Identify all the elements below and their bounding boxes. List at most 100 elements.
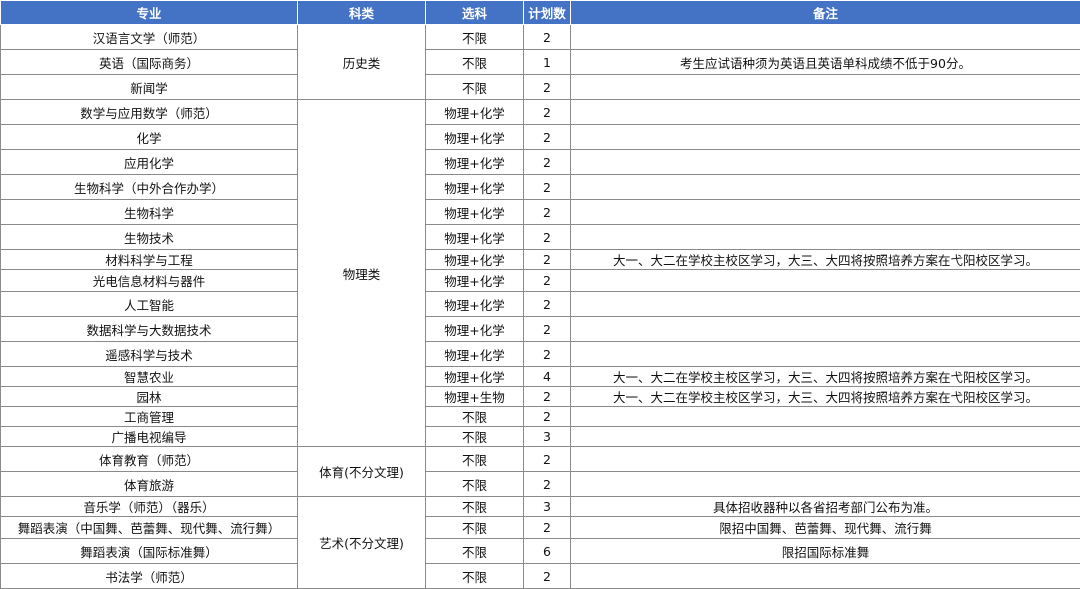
- note-cell: 大一、大二在学校主校区学习，大三、大四将按照培养方案在弋阳校区学习。: [571, 250, 1080, 270]
- major-cell: 生物技术: [1, 225, 298, 250]
- note-cell: 大一、大二在学校主校区学习，大三、大四将按照培养方案在弋阳校区学习。: [571, 367, 1080, 387]
- note-cell: [571, 125, 1080, 150]
- major-cell: 英语（国际商务）: [1, 50, 298, 75]
- note-cell: [571, 200, 1080, 225]
- major-cell: 体育教育（师范）: [1, 447, 298, 472]
- note-cell: [571, 150, 1080, 175]
- major-cell: 生物科学: [1, 200, 298, 225]
- table-row: 材料科学与工程 物理+化学 2 大一、大二在学校主校区学习，大三、大四将按照培养…: [1, 250, 1080, 270]
- count-cell: 4: [524, 367, 571, 387]
- count-cell: 3: [524, 497, 571, 517]
- subject-cell: 不限: [426, 75, 524, 100]
- table-row: 数学与应用数学（师范） 物理类 物理+化学 2: [1, 100, 1080, 125]
- header-row: 专业 科类 选科 计划数 备注: [1, 1, 1080, 25]
- subject-cell: 物理+化学: [426, 292, 524, 317]
- note-cell: 大一、大二在学校主校区学习，大三、大四将按照培养方案在弋阳校区学习。: [571, 387, 1080, 407]
- subject-cell: 物理+生物: [426, 387, 524, 407]
- note-cell: [571, 317, 1080, 342]
- note-cell: [571, 25, 1080, 50]
- header-count: 计划数: [524, 1, 571, 25]
- major-cell: 书法学（师范）: [1, 564, 298, 589]
- note-cell: [571, 407, 1080, 427]
- note-cell: 具体招收器种以各省招考部门公布为准。: [571, 497, 1080, 517]
- subject-cell: 物理+化学: [426, 125, 524, 150]
- table-row: 生物技术 物理+化学 2: [1, 225, 1080, 250]
- count-cell: 2: [524, 250, 571, 270]
- note-cell: [571, 100, 1080, 125]
- subject-cell: 物理+化学: [426, 342, 524, 367]
- header-subject: 选科: [426, 1, 524, 25]
- note-cell: 限招中国舞、芭蕾舞、现代舞、流行舞: [571, 517, 1080, 539]
- table-row: 生物科学（中外合作办学） 物理+化学 2: [1, 175, 1080, 200]
- table-row: 体育旅游 不限 2: [1, 472, 1080, 497]
- subject-cell: 不限: [426, 447, 524, 472]
- table-row: 舞蹈表演（国际标准舞） 不限 6 限招国际标准舞: [1, 539, 1080, 564]
- count-cell: 2: [524, 100, 571, 125]
- major-cell: 园林: [1, 387, 298, 407]
- count-cell: 3: [524, 427, 571, 447]
- subject-cell: 不限: [426, 407, 524, 427]
- major-cell: 智慧农业: [1, 367, 298, 387]
- category-cell: 历史类: [298, 25, 426, 100]
- subject-cell: 物理+化学: [426, 317, 524, 342]
- note-cell: [571, 427, 1080, 447]
- count-cell: 2: [524, 387, 571, 407]
- count-cell: 2: [524, 225, 571, 250]
- category-cell: 物理类: [298, 100, 426, 447]
- subject-cell: 不限: [426, 497, 524, 517]
- table-row: 应用化学 物理+化学 2: [1, 150, 1080, 175]
- table-row: 化学 物理+化学 2: [1, 125, 1080, 150]
- note-cell: [571, 564, 1080, 589]
- major-cell: 数据科学与大数据技术: [1, 317, 298, 342]
- count-cell: 2: [524, 447, 571, 472]
- subject-cell: 物理+化学: [426, 225, 524, 250]
- major-cell: 应用化学: [1, 150, 298, 175]
- note-cell: 限招国际标准舞: [571, 539, 1080, 564]
- subject-cell: 不限: [426, 25, 524, 50]
- note-cell: [571, 175, 1080, 200]
- subject-cell: 不限: [426, 539, 524, 564]
- major-cell: 工商管理: [1, 407, 298, 427]
- table-row: 书法学（师范） 不限 2: [1, 564, 1080, 589]
- subject-cell: 物理+化学: [426, 150, 524, 175]
- table-row: 园林 物理+生物 2 大一、大二在学校主校区学习，大三、大四将按照培养方案在弋阳…: [1, 387, 1080, 407]
- major-cell: 遥感科学与技术: [1, 342, 298, 367]
- table-row: 工商管理 不限 2: [1, 407, 1080, 427]
- table-row: 广播电视编导 不限 3: [1, 427, 1080, 447]
- major-cell: 广播电视编导: [1, 427, 298, 447]
- count-cell: 2: [524, 317, 571, 342]
- count-cell: 2: [524, 75, 571, 100]
- table-row: 音乐学（师范）（器乐） 艺术(不分文理) 不限 3 具体招收器种以各省招考部门公…: [1, 497, 1080, 517]
- enrollment-plan-table: 专业 科类 选科 计划数 备注 汉语言文学（师范） 历史类 不限 2 英语（国际…: [0, 0, 1080, 589]
- table-row: 体育教育（师范） 体育(不分文理) 不限 2: [1, 447, 1080, 472]
- note-cell: [571, 292, 1080, 317]
- count-cell: 2: [524, 472, 571, 497]
- major-cell: 化学: [1, 125, 298, 150]
- table-row: 遥感科学与技术 物理+化学 2: [1, 342, 1080, 367]
- count-cell: 2: [524, 270, 571, 292]
- count-cell: 2: [524, 342, 571, 367]
- count-cell: 2: [524, 175, 571, 200]
- subject-cell: 物理+化学: [426, 270, 524, 292]
- count-cell: 2: [524, 125, 571, 150]
- note-cell: [571, 472, 1080, 497]
- count-cell: 6: [524, 539, 571, 564]
- count-cell: 1: [524, 50, 571, 75]
- subject-cell: 不限: [426, 50, 524, 75]
- table-row: 新闻学 不限 2: [1, 75, 1080, 100]
- table-row: 汉语言文学（师范） 历史类 不限 2: [1, 25, 1080, 50]
- table-row: 舞蹈表演（中国舞、芭蕾舞、现代舞、流行舞） 不限 2 限招中国舞、芭蕾舞、现代舞…: [1, 517, 1080, 539]
- table-row: 英语（国际商务） 不限 1 考生应试语种须为英语且英语单科成绩不低于90分。: [1, 50, 1080, 75]
- subject-cell: 不限: [426, 472, 524, 497]
- count-cell: 2: [524, 517, 571, 539]
- note-cell: [571, 225, 1080, 250]
- header-major: 专业: [1, 1, 298, 25]
- category-cell: 体育(不分文理): [298, 447, 426, 497]
- category-cell: 艺术(不分文理): [298, 497, 426, 589]
- major-cell: 数学与应用数学（师范）: [1, 100, 298, 125]
- count-cell: 2: [524, 200, 571, 225]
- subject-cell: 物理+化学: [426, 100, 524, 125]
- table-row: 生物科学 物理+化学 2: [1, 200, 1080, 225]
- major-cell: 音乐学（师范）（器乐）: [1, 497, 298, 517]
- count-cell: 2: [524, 150, 571, 175]
